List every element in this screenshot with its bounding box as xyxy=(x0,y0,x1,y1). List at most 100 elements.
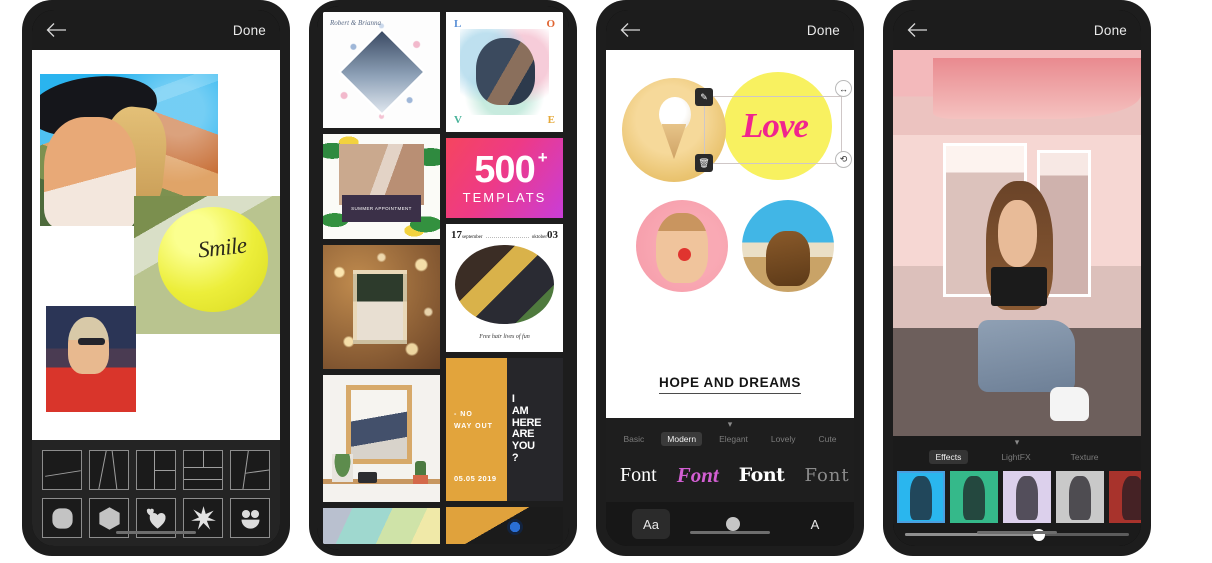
text-canvas[interactable]: Love ✎ 🗑 ↔ ⟲ HOPE AND DREAMS xyxy=(606,50,854,418)
layout-two-diagonal[interactable] xyxy=(42,450,82,490)
summer-caption-band: SUMMER APPOINTMENT xyxy=(341,194,422,222)
text-tool-bar: Aa A xyxy=(606,502,854,546)
chevron-down-icon[interactable]: ▾ xyxy=(606,418,854,430)
font-preview-row[interactable]: Font Font Font Font xyxy=(606,452,854,502)
love-letter-e: E xyxy=(547,113,555,126)
couple-photo xyxy=(476,38,535,106)
right-line-5: YOU xyxy=(511,440,535,453)
filter-thumbnails[interactable] xyxy=(893,471,1141,523)
font-option-script-light[interactable]: Font xyxy=(620,464,657,487)
template-count-label: TEMPLATS xyxy=(462,189,547,205)
effects-canvas[interactable] xyxy=(893,50,1141,436)
smile-text: Smile xyxy=(196,232,248,263)
back-arrow-icon[interactable] xyxy=(46,22,67,38)
calendar-day: 17 xyxy=(451,229,462,242)
font-category-tabs: Basic Modern Elegant Lovely Cute xyxy=(606,430,854,452)
style-tool[interactable]: A xyxy=(796,509,834,539)
effects-panel: ▾ Effects LightFX Texture xyxy=(893,436,1141,546)
color-tool[interactable] xyxy=(714,509,752,539)
template-count-banner[interactable]: 500 + TEMPLATS xyxy=(446,137,563,219)
filter-lavender[interactable] xyxy=(1003,471,1051,523)
phone-collage-editor: Done Smile xyxy=(22,0,290,556)
tab-effects[interactable]: Effects xyxy=(928,450,969,464)
no-way-left-pane: - NO WAY OUT 05.05 2019 xyxy=(446,358,507,501)
filter-red[interactable] xyxy=(1109,471,1141,523)
template-no-way-out[interactable]: - NO WAY OUT 05.05 2019 I AM HERE ARE YO… xyxy=(446,358,563,501)
home-indicator xyxy=(977,531,1057,534)
home-indicator xyxy=(690,531,770,534)
shape-smiley[interactable] xyxy=(230,498,270,538)
love-sticker-text[interactable]: Love xyxy=(712,100,838,153)
screen-2: Robert & Brianna SUMMER APPOINTMENT L O … xyxy=(317,6,569,550)
font-option-script-pink[interactable]: Font xyxy=(677,463,719,488)
delete-handle[interactable]: 🗑 xyxy=(695,154,713,172)
tab-elegant[interactable]: Elegant xyxy=(713,432,754,446)
done-button[interactable]: Done xyxy=(233,23,266,38)
filter-grey[interactable] xyxy=(1056,471,1104,523)
collage-canvas[interactable]: Smile xyxy=(32,50,280,440)
right-line-2: AM xyxy=(511,404,529,417)
shape-rounded-square[interactable] xyxy=(42,498,82,538)
back-arrow-icon[interactable] xyxy=(907,22,928,38)
tab-cute[interactable]: Cute xyxy=(812,432,842,446)
template-bokeh-frame[interactable] xyxy=(323,244,440,370)
resize-handle[interactable]: ↔ xyxy=(835,80,852,97)
font-option-bold-serif[interactable]: Font xyxy=(739,464,785,486)
navbar-3: Done xyxy=(606,10,854,50)
template-pastel-abstract[interactable] xyxy=(323,507,440,544)
calendar-month: september xyxy=(462,235,483,241)
tab-texture[interactable]: Texture xyxy=(1064,450,1106,464)
no-way-text: - NO WAY OUT xyxy=(454,411,493,430)
tab-lovely[interactable]: Lovely xyxy=(765,432,802,446)
photo-red-shirt[interactable] xyxy=(46,306,136,412)
font-option-outline[interactable]: Font xyxy=(804,465,849,486)
rotate-handle[interactable]: ⟲ xyxy=(835,151,852,168)
back-arrow-icon[interactable] xyxy=(620,22,641,38)
plus-sign: + xyxy=(537,147,548,167)
layout-three-angled[interactable] xyxy=(230,450,270,490)
wedding-names: Robert & Brianna xyxy=(326,16,381,42)
bokeh-photo-frame xyxy=(353,269,408,345)
font-tool[interactable]: Aa xyxy=(632,509,670,539)
photo-dog-beach[interactable] xyxy=(742,200,834,292)
done-button[interactable]: Done xyxy=(1094,23,1127,38)
template-column-right: L O V E 500 + TEMPLATS 17 september okto… xyxy=(446,12,563,544)
layout-four-grid[interactable] xyxy=(183,450,223,490)
template-dog-portrait[interactable] xyxy=(446,506,563,544)
edit-handle[interactable]: ✎ xyxy=(695,88,713,106)
template-column-left: Robert & Brianna SUMMER APPOINTMENT xyxy=(323,12,440,544)
tab-basic[interactable]: Basic xyxy=(617,432,650,446)
done-button[interactable]: Done xyxy=(807,23,840,38)
template-grid[interactable]: Robert & Brianna SUMMER APPOINTMENT L O … xyxy=(317,6,569,550)
no-way-right-pane: I AM HERE ARE YOU ? xyxy=(506,358,563,501)
layout-row xyxy=(42,450,270,490)
screen-4: Done ▾ Effects LightFX Texture xyxy=(893,10,1141,546)
tab-lightfx[interactable]: LightFX xyxy=(994,450,1037,464)
filter-cyan[interactable] xyxy=(897,471,945,523)
screen-3: Done Love ✎ 🗑 ↔ ⟲ HOPE AND DREAMS ▾ Basi… xyxy=(606,10,854,546)
chevron-down-icon[interactable]: ▾ xyxy=(893,436,1141,448)
layout-two-slanted[interactable] xyxy=(89,450,129,490)
hope-title-wrap: HOPE AND DREAMS xyxy=(606,374,854,394)
summer-caption: SUMMER APPOINTMENT xyxy=(351,205,412,211)
tab-modern[interactable]: Modern xyxy=(661,432,703,446)
filter-green[interactable] xyxy=(950,471,998,523)
photo-lollipop-girl[interactable] xyxy=(636,200,728,292)
template-wedding-invite[interactable]: Robert & Brianna xyxy=(323,12,440,128)
photo-smile-balloon[interactable]: Smile xyxy=(134,196,280,334)
template-room-frame[interactable] xyxy=(323,375,440,502)
template-calendar-story[interactable]: 17 september oktober 03 Free hair lives … xyxy=(446,224,563,353)
calendar-header: 17 september oktober 03 xyxy=(451,229,558,241)
hope-title-text[interactable]: HOPE AND DREAMS xyxy=(658,375,801,394)
phone-text-editor: Done Love ✎ 🗑 ↔ ⟲ HOPE AND DREAMS ▾ Basi… xyxy=(596,0,864,556)
phone-template-gallery: Robert & Brianna SUMMER APPOINTMENT L O … xyxy=(309,0,577,556)
photo-subject-woman xyxy=(953,181,1092,421)
layout-three-split[interactable] xyxy=(136,450,176,490)
template-love-watercolor[interactable]: L O V E xyxy=(446,12,563,132)
love-letter-o: O xyxy=(546,18,555,30)
pot-icon xyxy=(413,475,429,485)
awning xyxy=(932,57,1141,120)
effects-tabs: Effects LightFX Texture xyxy=(893,448,1141,471)
right-line-6: ? xyxy=(511,452,519,465)
template-summer-tropical[interactable]: SUMMER APPOINTMENT xyxy=(323,133,440,239)
